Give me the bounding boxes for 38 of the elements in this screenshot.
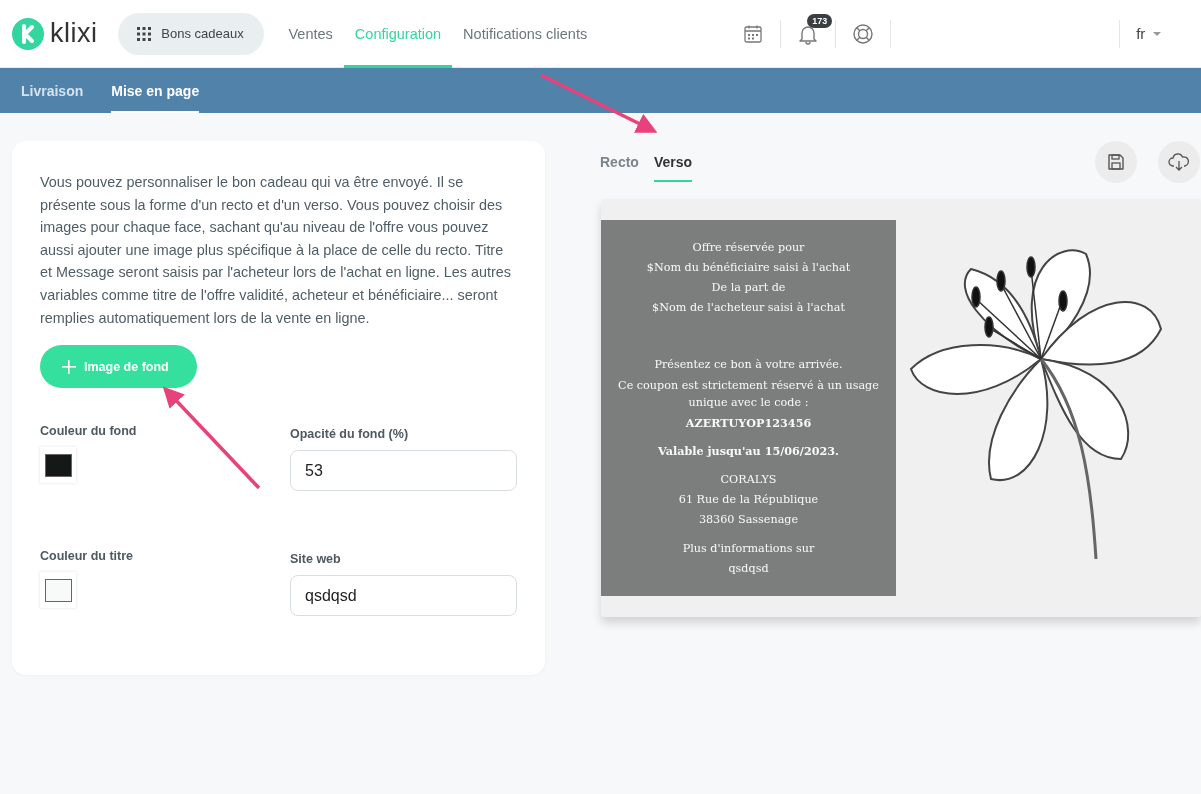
- nav-tab[interactable]: Notifications clients: [452, 0, 599, 68]
- nav-tab[interactable]: Ventes: [277, 0, 344, 68]
- save-icon[interactable]: [1095, 141, 1137, 183]
- help-icon[interactable]: [852, 22, 875, 45]
- color-picker[interactable]: [40, 572, 76, 609]
- card-text: Plus d'informations sur: [681, 541, 816, 557]
- card-text: 61 Rue de la République: [677, 492, 820, 508]
- apps-grid-icon: [137, 26, 152, 41]
- card-text: $Nom de l'acheteur saisi à l'achat: [651, 300, 846, 316]
- color-picker[interactable]: [40, 447, 76, 484]
- input-field[interactable]: qsdqsd: [290, 575, 517, 617]
- card-text: AZERTUYOP123456: [684, 415, 813, 432]
- field-label: Couleur du fond: [40, 424, 137, 439]
- sub-tab[interactable]: Mise en page: [111, 68, 200, 113]
- logo-text: klixi: [50, 18, 98, 49]
- card-text: 38360 Sassenage: [697, 512, 800, 528]
- field-label: Site web: [290, 552, 341, 567]
- caret-icon: [1153, 31, 1162, 36]
- card-text: CORALYS: [719, 472, 778, 488]
- card-text: De la part de: [710, 280, 787, 296]
- cloud-download-icon[interactable]: [1158, 141, 1200, 183]
- card-text: qsdqsd: [727, 561, 770, 577]
- logo-icon: [12, 17, 44, 50]
- card-text: Présentez ce bon à votre arrivée.: [653, 357, 844, 373]
- side-tab[interactable]: Recto: [600, 142, 639, 182]
- side-tab[interactable]: Verso: [653, 142, 693, 182]
- field-label: Couleur du titre: [40, 549, 134, 564]
- app-switcher-button[interactable]: Bons cadeaux: [117, 12, 264, 55]
- description-paragraph: Vous pouvez personnaliser le bon cadeau qui va être envoyé. Il se présente sous la forme d'un recto et d'un verso. Vous pouvez choisir des images pour chaque face, sachant qu'au niveau de l'offre vous pouvez aussi ajouter une image plus spécifique à la place de celle du recto. Titre et Message seront saisis par l'acheteur lors de l'achat en ligne. Les autres variables comme titre de l'offre validité, acheteur et bénéficiaire... seront remplies automatiquement lors de la vente en ligne.: [40, 173, 513, 328]
- language-selector[interactable]: fr: [1136, 25, 1162, 42]
- card-text: Valable jusqu'au 15/06/2023.: [657, 443, 840, 460]
- card-text: Ce coupon est strictement réservé à un usage unique avec le code :: [617, 378, 880, 411]
- input-field[interactable]: 53: [290, 450, 517, 492]
- card-text: Offre réservée pour: [691, 240, 806, 256]
- field-label: Opacité du fond (%): [290, 427, 409, 442]
- notification-count: 173: [807, 13, 833, 28]
- sub-tab[interactable]: Livraison: [21, 68, 84, 113]
- card-text: $Nom du bénéficiaire saisi à l'achat: [645, 260, 852, 276]
